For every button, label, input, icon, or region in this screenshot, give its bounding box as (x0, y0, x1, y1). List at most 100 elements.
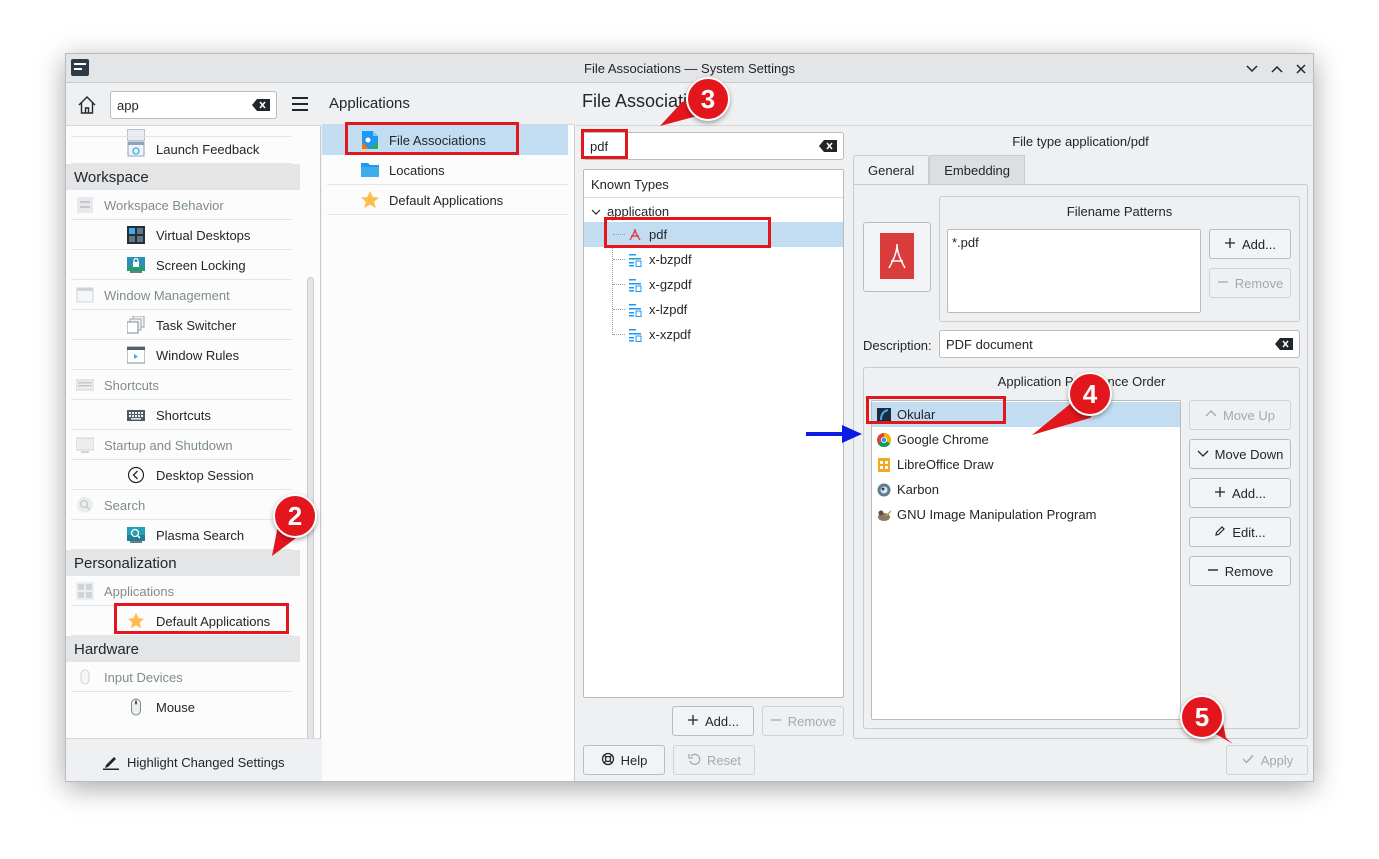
tree-node-label: x-bzpdf (649, 252, 692, 267)
known-types-tree[interactable]: Known Types application pdf x-bzpdf x-gz… (583, 169, 844, 698)
filename-patterns-list[interactable]: *.pdf (947, 229, 1201, 313)
sidebar-item-label: Shortcuts (104, 377, 159, 393)
mime-icon-button[interactable] (863, 222, 931, 292)
sidebar-item-label: Applications (104, 583, 175, 599)
app-item-label: LibreOffice Draw (897, 457, 994, 472)
app-item-google-chrome[interactable]: Google Chrome (872, 427, 1180, 452)
sidebar-item-label: Task Switcher (156, 317, 237, 333)
sidebar-item-virtual-desktops[interactable]: Virtual Desktops (66, 220, 300, 250)
archive-file-icon (628, 303, 642, 317)
remove-type-button[interactable]: Remove (762, 706, 844, 736)
file-associations-icon (360, 130, 380, 150)
highlight-changed-settings-button[interactable]: Highlight Changed Settings (102, 752, 285, 773)
tab-embedding[interactable]: Embedding (929, 155, 1026, 185)
sidebar-header (66, 83, 321, 126)
sidebar-scrollbar[interactable] (307, 277, 314, 781)
remove-application-label: Remove (1224, 563, 1274, 579)
tree-node-x-gzpdf[interactable]: x-gzpdf (584, 272, 843, 297)
sidebar-group-input-devices[interactable]: Input Devices (66, 662, 300, 692)
application-list[interactable]: Okular Google Chrome LibreOffice Draw Ka… (871, 400, 1181, 720)
add-pattern-button[interactable]: Add... (1209, 229, 1291, 259)
window-title: File Associations — System Settings (584, 61, 795, 76)
pdf-file-icon (628, 228, 642, 242)
app-item-libreoffice-draw[interactable]: LibreOffice Draw (872, 452, 1180, 477)
sidebar-list: Launch Feedback Workspace Workspace Beha… (66, 126, 300, 738)
sidebar-footer: Highlight Changed Settings (66, 738, 321, 781)
pattern-item[interactable]: *.pdf (952, 235, 1196, 250)
app-item-gimp[interactable]: GNU Image Manipulation Program (872, 502, 1180, 527)
hamburger-menu-icon[interactable] (292, 97, 308, 111)
app-item-okular[interactable]: Okular (872, 402, 1180, 427)
add-type-button[interactable]: Add... (672, 706, 754, 736)
tab-bar: General Embedding (853, 155, 1026, 185)
sidebar-group-startup-shutdown[interactable]: Startup and Shutdown (66, 430, 300, 460)
tree-node-label: x-lzpdf (649, 302, 688, 317)
mime-filter-input[interactable] (590, 139, 790, 154)
sidebar-group-shortcuts[interactable]: Shortcuts (66, 370, 300, 400)
move-down-button[interactable]: Move Down (1189, 439, 1291, 469)
chevron-down-icon[interactable] (590, 206, 602, 218)
archive-file-icon (628, 328, 642, 342)
move-up-button[interactable]: Move Up (1189, 400, 1291, 430)
tab-general[interactable]: General (853, 155, 930, 185)
sidebar-item-label: Window Management (104, 287, 230, 303)
app-item-karbon[interactable]: Karbon (872, 477, 1180, 502)
edit-application-button[interactable]: Edit... (1189, 517, 1291, 547)
remove-pattern-button[interactable]: Remove (1209, 268, 1291, 298)
sidebar-search-field[interactable] (110, 91, 277, 119)
clear-filter-icon[interactable] (819, 140, 837, 152)
sidebar-item-mouse[interactable]: Mouse (66, 692, 300, 722)
sidebar-group-window-management[interactable]: Window Management (66, 280, 300, 310)
reset-button[interactable]: Reset (673, 745, 755, 775)
minus-icon (770, 714, 782, 729)
filename-patterns-title: Filename Patterns (1066, 204, 1173, 219)
clear-search-icon[interactable] (252, 99, 270, 111)
app-item-label: GNU Image Manipulation Program (897, 507, 1097, 522)
subcategory-pane: Applications File Associations Locations… (322, 83, 575, 781)
sidebar-item-screen-locking[interactable]: Screen Locking (66, 250, 300, 280)
description-field[interactable] (939, 330, 1300, 358)
sidebar-item-default-applications[interactable]: Default Applications (66, 606, 300, 636)
highlight-pen-icon (102, 752, 120, 773)
home-icon[interactable] (76, 94, 98, 116)
sidebar-item-label: Input Devices (104, 669, 183, 685)
sidebar-group-search[interactable]: Search (66, 490, 300, 520)
subcategory-header: Applications (322, 83, 575, 125)
help-button[interactable]: Help (583, 745, 665, 775)
sidebar-item-shortcuts[interactable]: Shortcuts (66, 400, 300, 430)
tree-node-label: pdf (649, 227, 668, 242)
sidebar-search-input[interactable] (117, 97, 247, 113)
tree-node-x-xzpdf[interactable]: x-xzpdf (584, 322, 843, 347)
subcategory-item-locations[interactable]: Locations (322, 155, 568, 185)
apply-label: Apply (1260, 752, 1294, 768)
apply-button[interactable]: Apply (1226, 745, 1308, 775)
screen-locking-icon (127, 256, 145, 274)
tree-node-x-bzpdf[interactable]: x-bzpdf (584, 247, 843, 272)
subcategory-item-file-associations[interactable]: File Associations (322, 125, 568, 155)
remove-pattern-label: Remove (1234, 275, 1284, 291)
mime-filter-field[interactable] (583, 132, 844, 160)
file-type-label: File type application/pdf (1012, 134, 1149, 149)
minimize-icon[interactable] (1242, 59, 1262, 79)
subcategory-item-default-applications[interactable]: Default Applications (322, 185, 568, 215)
remove-application-button[interactable]: Remove (1189, 556, 1291, 586)
close-icon[interactable] (1291, 59, 1311, 79)
sidebar-group-applications[interactable]: Applications (66, 576, 300, 606)
sidebar-item-window-rules[interactable]: Window Rules (66, 340, 300, 370)
task-switcher-icon (126, 315, 145, 334)
system-settings-window: File Associations — System Settings app … (65, 53, 1314, 782)
add-application-button[interactable]: Add... (1189, 478, 1291, 508)
tree-node-application[interactable]: application (590, 199, 830, 224)
sidebar-item-desktop-session[interactable]: Desktop Session (66, 460, 300, 490)
clear-description-icon[interactable] (1275, 338, 1293, 350)
tree-node-pdf[interactable]: pdf (584, 222, 843, 247)
sidebar-group-workspace-behavior[interactable]: Workspace Behavior (66, 190, 300, 220)
tree-node-x-lzpdf[interactable]: x-lzpdf (584, 297, 843, 322)
sidebar-item-task-switcher[interactable]: Task Switcher (66, 310, 300, 340)
sidebar-item-launch-feedback[interactable]: Launch Feedback (66, 134, 300, 164)
sidebar-item-plasma-search[interactable]: Plasma Search (66, 520, 300, 550)
maximize-icon[interactable] (1267, 59, 1287, 79)
chevron-up-icon (1205, 408, 1217, 423)
search-group-icon (76, 496, 94, 514)
description-input[interactable] (946, 337, 1246, 352)
